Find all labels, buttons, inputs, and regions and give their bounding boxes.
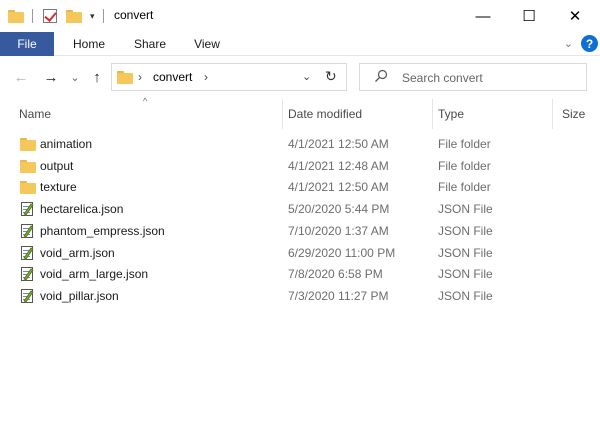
file-row[interactable]: void_arm.json 6/29/2020 11:00 PM JSON File (0, 242, 600, 264)
forward-arrow-icon[interactable]: → (42, 67, 60, 87)
minimize-button[interactable]: — (460, 0, 506, 32)
file-date-modified: 5/20/2020 5:44 PM (288, 202, 390, 217)
search-icon (375, 69, 388, 82)
json-file-icon (20, 288, 36, 304)
file-date-modified: 4/1/2021 12:48 AM (288, 158, 389, 173)
json-file-icon (20, 223, 36, 239)
folder-icon (117, 71, 133, 84)
file-name: void_pillar.json (40, 288, 119, 303)
sort-ascending-icon: ^ (143, 96, 148, 106)
file-date-modified: 7/8/2020 6:58 PM (288, 267, 383, 282)
new-folder-icon[interactable] (66, 7, 82, 25)
folder-icon (20, 158, 36, 174)
customize-toolbar-dropdown-icon[interactable]: ▾ (90, 7, 95, 25)
breadcrumb-convert[interactable]: convert (153, 70, 192, 84)
file-name: void_arm.json (40, 245, 115, 260)
close-button[interactable]: ✕ (552, 0, 598, 32)
window-title: convert (114, 8, 154, 22)
folder-icon (20, 136, 36, 152)
tab-file[interactable]: File (0, 32, 54, 56)
column-header-date-modified[interactable]: Date modified (288, 99, 362, 129)
refresh-icon[interactable]: ↻ (325, 68, 337, 85)
file-name: void_arm_large.json (40, 267, 149, 282)
tab-home[interactable]: Home (64, 32, 114, 56)
file-type: File folder (438, 137, 491, 151)
json-file-icon (20, 201, 36, 217)
tab-share[interactable]: Share (124, 32, 176, 56)
column-header-name[interactable]: Name (19, 99, 51, 129)
file-type: JSON File (438, 223, 493, 238)
breadcrumb-separator-icon[interactable]: › (204, 70, 208, 84)
file-name: hectarelica.json (40, 202, 124, 217)
file-type: File folder (438, 180, 491, 195)
file-type: JSON File (438, 245, 493, 260)
json-file-icon (20, 266, 36, 282)
file-type: JSON File (438, 267, 493, 282)
column-divider[interactable] (282, 99, 283, 129)
json-file-icon (20, 245, 36, 261)
file-date-modified: 7/10/2020 1:37 AM (288, 223, 389, 238)
recent-locations-chevron-icon[interactable]: ⌄ (66, 67, 84, 87)
file-date-modified: 4/1/2021 12:50 AM (288, 137, 389, 151)
file-row[interactable]: phantom_empress.json 7/10/2020 1:37 AM JSO… (0, 220, 600, 242)
file-type: File folder (438, 158, 491, 173)
column-header-size[interactable]: Size (562, 99, 585, 129)
file-type: JSON File (438, 288, 493, 303)
file-name: output (40, 158, 74, 173)
column-divider[interactable] (552, 99, 553, 129)
file-row[interactable]: output 4/1/2021 12:48 AM File folder (0, 155, 600, 177)
file-date-modified: 7/3/2020 11:27 PM (288, 288, 389, 303)
file-row[interactable]: void_arm_large.json 7/8/2020 6:58 PM JSON … (0, 263, 600, 285)
file-row[interactable]: texture 4/1/2021 12:50 AM File folder (0, 176, 600, 198)
folder-icon (20, 179, 36, 195)
file-name: texture (40, 180, 77, 195)
address-row: ← → ⌄ ↑ › convert › ⌄ ↻ Search convert (0, 57, 600, 97)
file-row[interactable]: void_pillar.json 7/3/2020 11:27 PM JSON Fi… (0, 285, 600, 307)
folder-icon (8, 7, 24, 25)
address-bar[interactable]: › convert › ⌄ ↻ (111, 63, 347, 91)
breadcrumb-separator-icon[interactable]: › (138, 70, 142, 84)
title-bar: ▾ convert — ☐ ✕ (0, 0, 600, 32)
separator (32, 7, 33, 25)
help-icon[interactable]: ? (581, 35, 598, 52)
search-box[interactable]: Search convert (359, 63, 587, 91)
search-input-placeholder: Search convert (402, 71, 483, 85)
column-header-type[interactable]: Type (438, 99, 464, 129)
tab-view[interactable]: View (184, 32, 230, 56)
separator (103, 7, 104, 25)
file-name: phantom_empress.json (40, 223, 165, 238)
file-name: animation (40, 137, 93, 151)
up-arrow-icon[interactable]: ↑ (88, 67, 106, 87)
ribbon-controls: ⌄ ? (564, 35, 598, 52)
file-type: JSON File (438, 202, 493, 217)
file-date-modified: 4/1/2021 12:50 AM (288, 180, 389, 195)
file-row[interactable]: hectarelica.json 5/20/2020 5:44 PM JSON Fi… (0, 198, 600, 220)
properties-check-icon[interactable] (43, 7, 57, 25)
file-row[interactable]: animation 4/1/2021 12:50 AM File folder (0, 133, 600, 155)
expand-ribbon-chevron-icon[interactable]: ⌄ (564, 37, 573, 50)
back-arrow-icon[interactable]: ← (12, 67, 30, 87)
maximize-button[interactable]: ☐ (506, 0, 552, 32)
file-date-modified: 6/29/2020 11:00 PM (288, 245, 396, 260)
address-dropdown-chevron-icon[interactable]: ⌄ (302, 70, 311, 83)
column-divider[interactable] (432, 99, 433, 129)
ribbon-tabs: File Home Share View ⌄ ? (0, 32, 600, 56)
